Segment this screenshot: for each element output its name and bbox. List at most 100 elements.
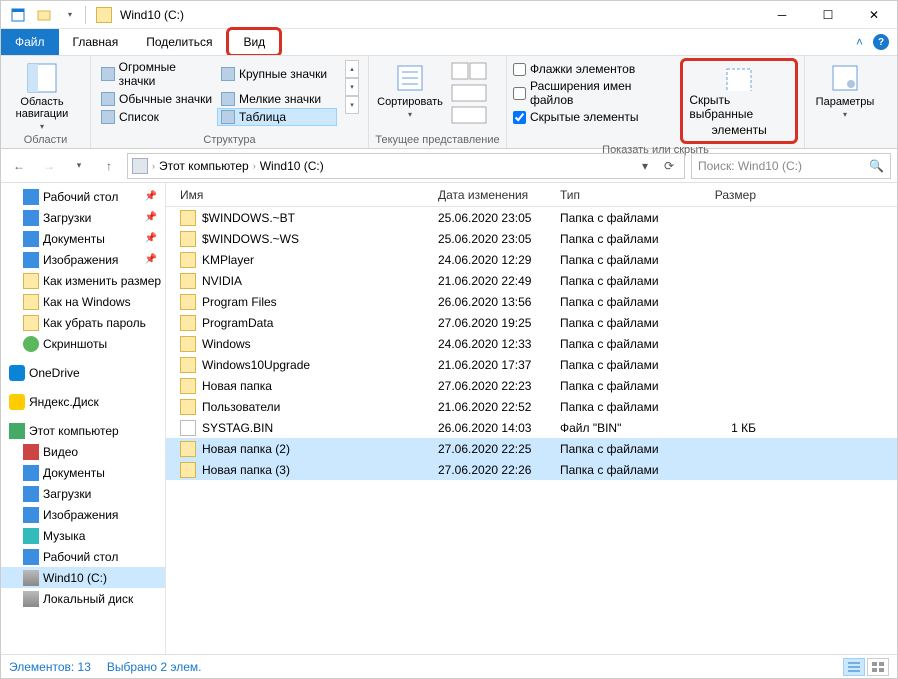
back-button[interactable]: ← [7, 154, 31, 178]
sidebar-item[interactable]: Локальный диск [1, 588, 165, 609]
table-row[interactable]: $WINDOWS.~BT25.06.2020 23:05Папка с файл… [166, 207, 897, 228]
chevron-right-icon[interactable]: › [251, 161, 258, 171]
status-item-count: Элементов: 13 [9, 660, 91, 674]
chevron-right-icon[interactable]: › [150, 161, 157, 171]
file-type: Папка с файлами [560, 232, 676, 246]
layout-list[interactable]: Список [97, 108, 217, 126]
sidebar-item[interactable]: Загрузки📌 [1, 207, 165, 228]
checkbox-hidden-items[interactable]: Скрытые элементы [513, 110, 674, 124]
tab-file[interactable]: Файл [1, 29, 59, 55]
file-date: 21.06.2020 17:37 [438, 358, 560, 372]
maximize-button[interactable]: ☐ [805, 1, 851, 29]
search-placeholder: Поиск: Wind10 (C:) [698, 159, 802, 173]
sidebar-item[interactable]: Музыка [1, 525, 165, 546]
file-name: $WINDOWS.~WS [202, 232, 438, 246]
table-row[interactable]: Windows24.06.2020 12:33Папка с файлами [166, 333, 897, 354]
sidebar-item[interactable]: Загрузки [1, 483, 165, 504]
table-row[interactable]: $WINDOWS.~WS25.06.2020 23:05Папка с файл… [166, 228, 897, 249]
size-columns-icon[interactable] [451, 106, 487, 124]
sidebar-item[interactable]: Документы [1, 462, 165, 483]
sort-icon [394, 62, 426, 94]
navigation-pane-button[interactable]: Область навигации ▾ [7, 58, 77, 131]
sidebar-item-label: Загрузки [43, 487, 91, 501]
layout-extra-large[interactable]: Огромные значки [97, 58, 217, 90]
recent-locations-icon[interactable]: ▾ [67, 154, 91, 178]
sidebar-item[interactable]: Как убрать пароль [1, 312, 165, 333]
add-columns-icon[interactable] [451, 84, 487, 102]
table-row[interactable]: Program Files26.06.2020 13:56Папка с фай… [166, 291, 897, 312]
help-icon[interactable]: ? [873, 34, 889, 50]
details-view-button[interactable] [843, 658, 865, 676]
minimize-button[interactable]: ─ [759, 1, 805, 29]
table-row[interactable]: Новая папка27.06.2020 22:23Папка с файла… [166, 375, 897, 396]
table-row[interactable]: Пользователи21.06.2020 22:52Папка с файл… [166, 396, 897, 417]
refresh-icon[interactable]: ⟳ [658, 155, 680, 177]
file-list: Имя Дата изменения Тип Размер $WINDOWS.~… [166, 183, 897, 654]
checkbox-item-checkboxes[interactable]: Флажки элементов [513, 62, 674, 76]
search-input[interactable]: Поиск: Wind10 (C:) 🔍 [691, 153, 891, 179]
file-name: Windows [202, 337, 438, 351]
breadcrumb[interactable]: › Этот компьютер › Wind10 (C:) ▾ ⟳ [127, 153, 685, 179]
properties-icon[interactable] [7, 4, 29, 26]
table-row[interactable]: KMPlayer24.06.2020 12:29Папка с файлами [166, 249, 897, 270]
folder-icon [23, 465, 39, 481]
sidebar-item[interactable]: Wind10 (C:) [1, 567, 165, 588]
sort-button[interactable]: Сортировать ▾ [375, 58, 445, 119]
layout-scroll-down-icon[interactable]: ▾ [345, 78, 359, 96]
breadcrumb-this-pc[interactable]: Этот компьютер [159, 159, 249, 173]
sidebar-item-this-pc[interactable]: Этот компьютер [1, 420, 165, 441]
close-button[interactable]: ✕ [851, 1, 897, 29]
checkbox-file-extensions[interactable]: Расширения имен файлов [513, 79, 674, 107]
tab-view[interactable]: Вид [226, 27, 282, 57]
up-button[interactable]: ↑ [97, 154, 121, 178]
folder-icon [23, 294, 39, 310]
file-type: Папка с файлами [560, 463, 676, 477]
column-type[interactable]: Тип [560, 188, 676, 202]
sidebar-item[interactable]: OneDrive [1, 362, 165, 383]
address-bar-row: ← → ▾ ↑ › Этот компьютер › Wind10 (C:) ▾… [1, 149, 897, 183]
navigation-pane-icon [26, 62, 58, 94]
sidebar-item[interactable]: Изображения📌 [1, 249, 165, 270]
breadcrumb-dropdown-icon[interactable]: ▾ [634, 155, 656, 177]
layout-small[interactable]: Мелкие значки [217, 90, 337, 108]
collapse-ribbon-icon[interactable]: ˄ [856, 35, 863, 49]
sidebar-item[interactable]: Изображения [1, 504, 165, 525]
tab-home[interactable]: Главная [59, 29, 133, 55]
new-folder-icon[interactable] [33, 4, 55, 26]
column-date[interactable]: Дата изменения [438, 188, 560, 202]
table-row[interactable]: Новая папка (3)27.06.2020 22:26Папка с ф… [166, 459, 897, 480]
sidebar-item[interactable]: Скриншоты [1, 333, 165, 354]
table-row[interactable]: ProgramData27.06.2020 19:25Папка с файла… [166, 312, 897, 333]
column-name[interactable]: Имя [180, 188, 438, 202]
sidebar-item[interactable]: Видео [1, 441, 165, 462]
layout-more-icon[interactable]: ▾ [345, 96, 359, 114]
file-icon [180, 420, 196, 436]
column-size[interactable]: Размер [676, 188, 756, 202]
hide-selected-button[interactable]: Скрыть выбранные элементы [680, 58, 798, 144]
layout-medium[interactable]: Обычные значки [97, 90, 217, 108]
tab-share[interactable]: Поделиться [132, 29, 226, 55]
table-row[interactable]: SYSTAG.BIN26.06.2020 14:03Файл "BIN"1 КБ [166, 417, 897, 438]
file-name: NVIDIA [202, 274, 438, 288]
sidebar-item[interactable]: Как на Windows [1, 291, 165, 312]
sidebar-item[interactable]: Рабочий стол [1, 546, 165, 567]
layout-details[interactable]: Таблица [217, 108, 337, 126]
qat-dropdown-icon[interactable]: ▾ [59, 4, 81, 26]
table-row[interactable]: Windows10Upgrade21.06.2020 17:37Папка с … [166, 354, 897, 375]
sidebar-item[interactable]: Как изменить размер📌 [1, 270, 165, 291]
folder-icon [23, 528, 39, 544]
sidebar-item[interactable]: Яндекс.Диск [1, 391, 165, 412]
forward-button[interactable]: → [37, 154, 61, 178]
layout-scroll-up-icon[interactable]: ▴ [345, 60, 359, 78]
sidebar-item[interactable]: Документы📌 [1, 228, 165, 249]
breadcrumb-drive[interactable]: Wind10 (C:) [260, 159, 324, 173]
cloud-icon [9, 394, 25, 410]
large-icons-view-button[interactable] [867, 658, 889, 676]
group-by-icon[interactable] [451, 62, 487, 80]
layout-large[interactable]: Крупные значки [217, 58, 337, 90]
options-button[interactable]: Параметры ▾ [811, 58, 879, 119]
table-row[interactable]: Новая папка (2)27.06.2020 22:25Папка с ф… [166, 438, 897, 459]
table-row[interactable]: NVIDIA21.06.2020 22:49Папка с файлами [166, 270, 897, 291]
sidebar-item[interactable]: Рабочий стол📌 [1, 186, 165, 207]
sidebar-item-label: Документы [43, 466, 105, 480]
